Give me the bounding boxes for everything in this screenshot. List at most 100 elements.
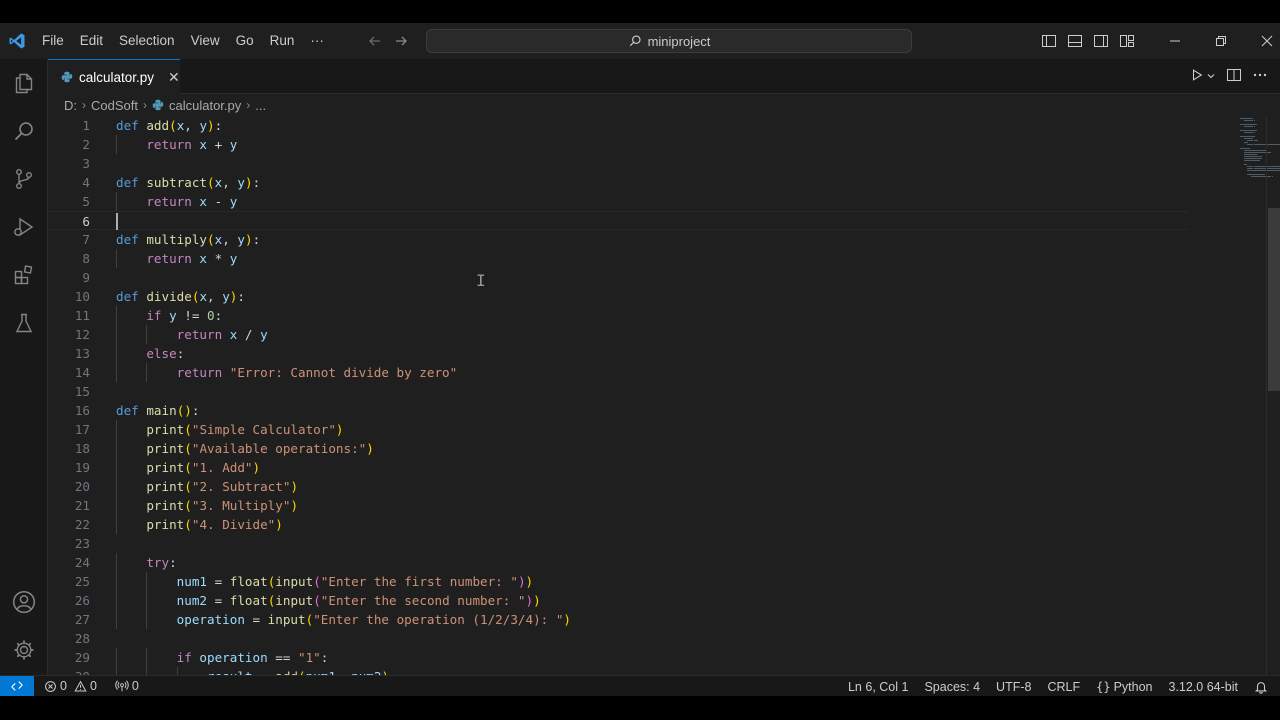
chevron-right-icon: › (82, 98, 86, 112)
code-line[interactable]: 24 try: (48, 553, 1188, 572)
indent-guide (116, 610, 117, 629)
testing-flask-icon[interactable] (0, 299, 48, 347)
language-mode[interactable]: {} Python (1088, 680, 1160, 694)
code-line[interactable]: 1 def add(x, y): (48, 116, 1188, 135)
forward-arrow-icon[interactable] (392, 32, 410, 50)
code-text: try: (146, 555, 177, 570)
breadcrumb-folder[interactable]: CodSoft (91, 98, 138, 113)
minimap-line (1249, 174, 1258, 175)
indentation[interactable]: Spaces: 4 (916, 680, 988, 694)
file-encoding[interactable]: UTF-8 (988, 680, 1039, 694)
menu-file[interactable]: File (34, 23, 72, 59)
indent-guide (116, 477, 117, 496)
search-view-icon[interactable] (0, 107, 48, 155)
python-interpreter[interactable]: 3.12.0 64-bit (1161, 680, 1247, 694)
indent-guide (146, 610, 148, 629)
code-line[interactable]: 11 if y != 0: (48, 306, 1188, 325)
code-line[interactable]: 10 def divide(x, y): (48, 287, 1188, 306)
code-line[interactable]: 17 print("Simple Calculator") (48, 420, 1188, 439)
more-actions-icon[interactable] (1252, 67, 1268, 86)
tab-close-icon[interactable]: ✕ (168, 69, 180, 86)
indent-guide (116, 249, 117, 268)
line-number: 13 (74, 346, 90, 361)
menu-edit[interactable]: Edit (72, 23, 111, 59)
minimap[interactable] (1188, 116, 1280, 675)
end-of-line[interactable]: CRLF (1039, 680, 1088, 694)
customize-layout-icon[interactable] (1118, 32, 1136, 50)
problems-indicator[interactable]: 0 0 (38, 679, 103, 693)
warning-icon (74, 680, 87, 691)
code-line[interactable]: 20 print("2. Subtract") (48, 477, 1188, 496)
source-control-icon[interactable] (0, 155, 48, 203)
text-cursor (116, 213, 118, 230)
scrollbar-thumb[interactable] (1268, 208, 1280, 391)
code-line[interactable]: 3 (48, 154, 1188, 173)
code-line[interactable]: 7 def multiply(x, y): (48, 230, 1188, 249)
code-text: return x / y (176, 327, 268, 342)
menu-selection[interactable]: Selection (111, 23, 183, 59)
split-editor-icon[interactable] (1226, 67, 1242, 86)
back-arrow-icon[interactable] (366, 32, 384, 50)
code-line[interactable]: 8 return x * y (48, 249, 1188, 268)
tab-calculator-py[interactable]: calculator.py ✕ (48, 59, 180, 94)
run-python-file-icon[interactable] (1190, 68, 1204, 85)
code-line[interactable]: 15 (48, 382, 1188, 401)
minimize-icon[interactable] (1152, 23, 1198, 59)
code-line[interactable]: 9 (48, 268, 1188, 287)
toggle-secondary-sidebar-icon[interactable] (1092, 32, 1110, 50)
breadcrumb-symbol[interactable]: ... (255, 98, 266, 113)
cursor-position[interactable]: Ln 6, Col 1 (840, 680, 916, 694)
code-line[interactable]: 16 def main(): (48, 401, 1188, 420)
code-line[interactable]: 12 return x / y (48, 325, 1188, 344)
ports-count: 0 (131, 679, 139, 693)
code-line[interactable]: 18 print("Available operations:") (48, 439, 1188, 458)
ports-indicator[interactable]: 0 (109, 679, 145, 693)
breadcrumb-drive[interactable]: D: (64, 98, 77, 113)
code-line[interactable]: 22 print("4. Divide") (48, 515, 1188, 534)
code-line[interactable]: 28 (48, 629, 1188, 648)
code-line[interactable]: 27 operation = input("Enter the operatio… (48, 610, 1188, 629)
code-line[interactable]: 5 return x - y (48, 192, 1188, 211)
explorer-icon[interactable] (0, 59, 48, 107)
code-line[interactable]: 21 print("3. Multiply") (48, 496, 1188, 515)
breadcrumb-file[interactable]: calculator.py (169, 98, 241, 113)
minimap-line (1256, 154, 1258, 155)
run-debug-icon[interactable] (0, 203, 48, 251)
command-center-search[interactable]: miniproject (426, 29, 912, 53)
code-line[interactable]: 2 return x + y (48, 135, 1188, 154)
indent-guide (146, 363, 148, 382)
remote-indicator-icon[interactable] (0, 675, 34, 697)
line-number: 1 (82, 118, 90, 133)
code-line[interactable]: 14 return "Error: Cannot divide by zero" (48, 363, 1188, 382)
line-number: 27 (74, 612, 90, 627)
minimap-line (1249, 150, 1267, 151)
notifications-bell-icon[interactable] (1246, 680, 1280, 694)
run-dropdown-chevron-icon[interactable] (1206, 69, 1216, 84)
code-line[interactable]: 19 print("1. Add") (48, 458, 1188, 477)
code-line[interactable]: 13 else: (48, 344, 1188, 363)
manage-gear-icon[interactable] (0, 626, 48, 674)
menu-view[interactable]: View (183, 23, 228, 59)
extensions-icon[interactable] (0, 251, 48, 299)
code-line[interactable]: 29 if operation == "1": (48, 648, 1188, 667)
toggle-primary-sidebar-icon[interactable] (1040, 32, 1058, 50)
code-line[interactable]: 4 def subtract(x, y): (48, 173, 1188, 192)
code-line[interactable]: 30 result = add(num1, num2) (48, 667, 1188, 675)
menu-more[interactable]: ··· (302, 23, 332, 59)
close-window-icon[interactable] (1244, 23, 1280, 59)
code-line[interactable]: 23 (48, 534, 1188, 553)
accounts-icon[interactable] (0, 578, 48, 626)
minimap-line (1260, 156, 1262, 157)
toggle-panel-icon[interactable] (1066, 32, 1084, 50)
menu-go[interactable]: Go (228, 23, 262, 59)
code-line[interactable]: 25 num1 = float(input("Enter the first n… (48, 572, 1188, 591)
vertical-scrollbar[interactable] (1266, 116, 1280, 675)
code-line[interactable]: 26 num2 = float(input("Enter the second … (48, 591, 1188, 610)
line-number: 4 (82, 175, 90, 190)
code-editor[interactable]: 1 def add(x, y): 2 return x + y 3 4 def subtr… (48, 116, 1188, 675)
menu-run[interactable]: Run (262, 23, 303, 59)
code-line[interactable]: 6 (48, 211, 1188, 230)
restore-icon[interactable] (1198, 23, 1244, 59)
python-file-icon (61, 71, 73, 83)
indent-guide (176, 667, 178, 675)
